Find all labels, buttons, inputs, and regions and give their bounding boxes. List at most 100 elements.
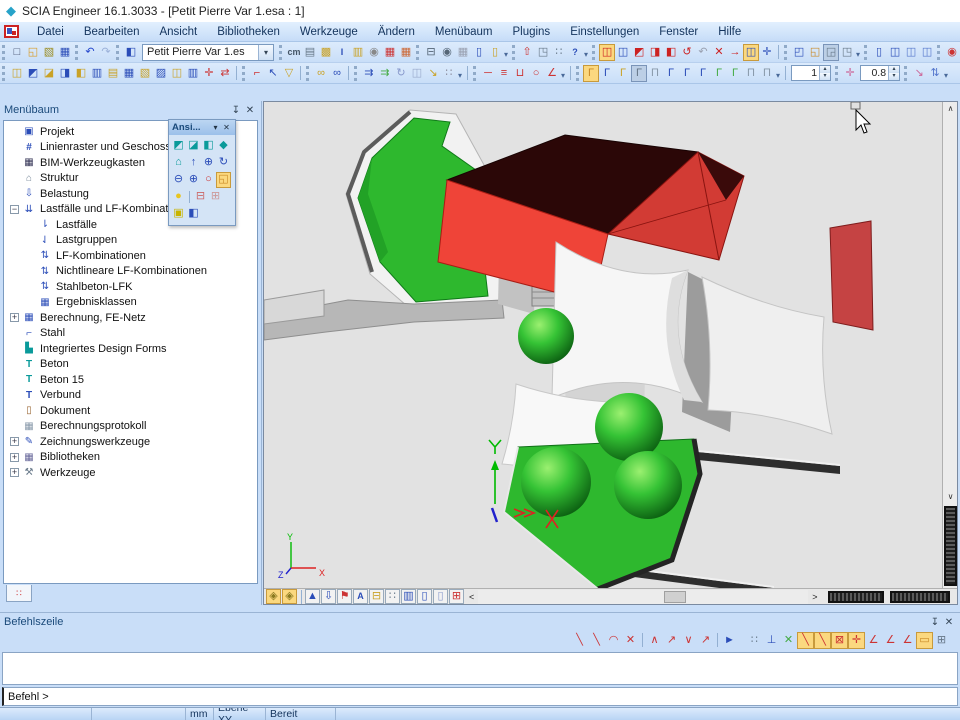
gallery-export-icon[interactable]: ◱ <box>807 44 823 61</box>
snap-calculator-icon[interactable]: ⊞ <box>933 632 950 649</box>
combo-dropdown-icon[interactable]: ▾ <box>258 45 273 60</box>
activity-restore-icon[interactable]: ↺ <box>679 44 695 61</box>
beam-type-4-icon[interactable]: Π <box>647 65 663 82</box>
spinner-up-icon[interactable]: ▴ <box>889 66 899 73</box>
snap-vector-icon[interactable]: ↗ <box>697 632 714 649</box>
beam-type-3-icon[interactable]: Γ <box>631 65 647 82</box>
spinner-down-icon[interactable]: ▾ <box>889 73 899 80</box>
tree-item-stahl[interactable]: ⌐Stahl <box>4 326 257 342</box>
tree-item-integriertes-design-forms[interactable]: ▙Integriertes Design Forms <box>4 341 257 357</box>
split-icon[interactable]: ▨ <box>153 65 169 82</box>
colors-icon[interactable]: ▣ <box>171 206 186 222</box>
window-tile-v-icon[interactable]: ◫ <box>919 44 935 61</box>
scroll-down-icon[interactable]: ∨ <box>943 490 958 504</box>
command-input[interactable]: Befehl > <box>2 687 958 706</box>
snap-plane-icon[interactable]: ∨ <box>680 632 697 649</box>
toolbar-grip[interactable] <box>242 66 247 81</box>
viewport-hscrollbar[interactable] <box>478 590 808 604</box>
toolbar-grip[interactable] <box>2 66 7 81</box>
beam-type-5-icon[interactable]: Γ <box>663 65 679 82</box>
beam-type-11-icon[interactable]: Π <box>759 65 775 82</box>
toolbar-grip[interactable] <box>116 45 121 60</box>
close-all-viewports-icon[interactable]: ◧ <box>123 44 139 61</box>
beam-type-2-icon[interactable]: Γ <box>615 65 631 82</box>
save-all-icon[interactable]: ▧ <box>41 44 57 61</box>
snap-direction-icon[interactable]: ↗ <box>663 632 680 649</box>
tree-item-stahlbeton-lfk[interactable]: ⇅Stahlbeton-LFK <box>4 279 257 295</box>
spinner-up-icon[interactable]: ▴ <box>820 66 830 73</box>
layers-icon[interactable]: ▤ <box>302 44 318 61</box>
view-camera-icon[interactable]: ⊞ <box>208 189 223 205</box>
perspective-icon[interactable]: ◧ <box>186 206 201 222</box>
snap-tangent-icon[interactable]: ∠ <box>865 632 882 649</box>
draw-angle-icon[interactable]: ∠ <box>544 65 560 82</box>
clipping-box-icon[interactable]: ◱ <box>216 172 231 188</box>
toolbar-grip[interactable] <box>592 45 597 60</box>
rotate-view-icon[interactable]: ↻ <box>216 155 231 171</box>
snap-to-grid-icon[interactable]: ∷ <box>746 632 763 649</box>
window-new-icon[interactable]: ▯ <box>871 44 887 61</box>
dimension-chain-icon[interactable]: ≡ <box>496 65 512 82</box>
snap-point-icon[interactable]: ✛ <box>848 632 865 649</box>
activity-forward-icon[interactable]: → <box>727 44 743 61</box>
table-input-icon[interactable]: ▦ <box>398 44 414 61</box>
status-ebene-xy[interactable]: Ebene XY <box>214 708 266 720</box>
join-icon[interactable]: ▦ <box>121 65 137 82</box>
show-model-data-icon[interactable]: ▥ <box>401 589 416 604</box>
ratio-display-icon[interactable]: ⇅ <box>927 65 943 82</box>
show-text-icon[interactable]: A <box>353 589 368 604</box>
dimension-line-icon[interactable]: ─ <box>480 65 496 82</box>
merge-nodes-icon[interactable]: ◪ <box>41 65 57 82</box>
stripe-control-2[interactable] <box>890 591 950 603</box>
scroll-right-icon[interactable]: > <box>808 592 821 602</box>
align-nodes-icon[interactable]: ◨ <box>57 65 73 82</box>
undo-icon[interactable]: ↶ <box>82 44 98 61</box>
wireframe-mode-icon[interactable]: ◈ <box>282 589 297 604</box>
scroll-left-icon[interactable]: < <box>465 592 478 602</box>
beam-type-9-icon[interactable]: Γ <box>727 65 743 82</box>
copy-once-icon[interactable]: ∞ <box>313 65 329 82</box>
snap-circle-center-icon[interactable]: ∠ <box>882 632 899 649</box>
scale-apply-icon[interactable]: ✛ <box>842 65 858 82</box>
menu-ndern[interactable]: Ändern <box>368 24 425 40</box>
scia-app-icon[interactable] <box>4 25 19 38</box>
zoom-window-icon[interactable]: ⊕ <box>186 172 201 188</box>
trim-icon[interactable]: ◧ <box>73 65 89 82</box>
snap-delete-icon[interactable]: ✕ <box>622 632 639 649</box>
polyline-edit-icon[interactable]: ⌐ <box>249 65 265 82</box>
units-icon[interactable]: cm <box>286 44 302 61</box>
menu-einstellungen[interactable]: Einstellungen <box>560 24 649 40</box>
toolbar-grip[interactable] <box>473 66 478 81</box>
toolbar-overflow-icon[interactable]: ▾ <box>504 50 508 59</box>
redo-icon[interactable]: ↷ <box>98 44 114 61</box>
viewport-3d-scene[interactable]: Y X Z <box>264 102 942 589</box>
tree-item-werkzeuge[interactable]: +⚒Werkzeuge <box>4 465 257 481</box>
chevron-down-icon[interactable]: ▾ <box>210 123 221 132</box>
dot-grid-icon[interactable]: ∷ <box>551 44 567 61</box>
menu-menbaum[interactable]: Menübaum <box>425 24 503 40</box>
light-icon[interactable]: ● <box>171 189 186 205</box>
cross-link-icon[interactable]: ✛ <box>201 65 217 82</box>
beam-type-1-icon[interactable]: Γ <box>599 65 615 82</box>
snap-midpoint-icon[interactable]: ╲ <box>797 632 814 649</box>
break-icon[interactable]: ▤ <box>105 65 121 82</box>
copy-icon[interactable]: ⇉ <box>377 65 393 82</box>
close-icon[interactable]: ✕ <box>942 615 956 629</box>
intersect-icon[interactable]: ▧ <box>137 65 153 82</box>
preview-zoom-icon[interactable]: ◳ <box>535 44 551 61</box>
swap-icon[interactable]: ▥ <box>185 65 201 82</box>
toolbar-overflow-icon[interactable]: ▾ <box>561 71 565 80</box>
center-target-icon[interactable]: ✛ <box>759 44 775 61</box>
view-home-icon[interactable]: ⌂ <box>171 155 186 171</box>
tree-item-beton-15[interactable]: TBeton 15 <box>4 372 257 388</box>
tree-item-nichtlineare-lf-kombinationen[interactable]: ⇅Nichtlineare LF-Kombinationen <box>4 264 257 280</box>
view-side-icon[interactable]: ◧ <box>201 138 216 154</box>
activity-all-icon[interactable]: ◧ <box>663 44 679 61</box>
new-project-icon[interactable]: □ <box>9 44 25 61</box>
toolbar-grip[interactable] <box>784 45 789 60</box>
toolbar-overflow-icon[interactable]: ▾ <box>944 71 948 80</box>
activity-workplane-icon[interactable]: ◫ <box>615 44 631 61</box>
show-labels-icon[interactable]: ⚑ <box>337 589 352 604</box>
snap-free-line-icon[interactable]: ╲ <box>571 632 588 649</box>
print-preview-icon[interactable]: ◉ <box>439 44 455 61</box>
